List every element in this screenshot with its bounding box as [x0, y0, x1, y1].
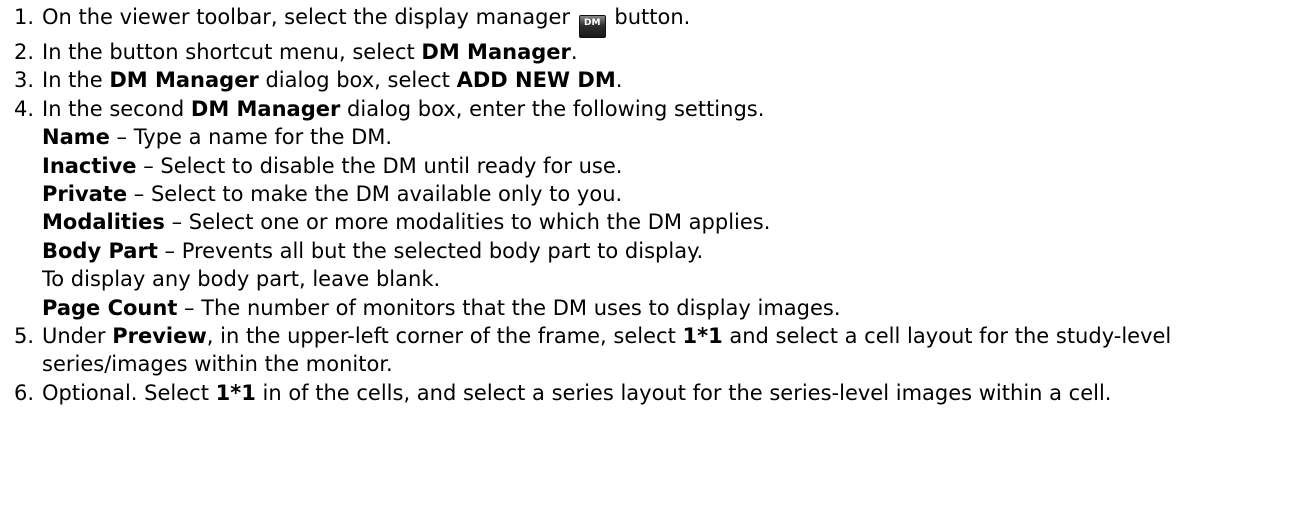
ui-term: 1*1 [215, 380, 256, 405]
setting-term: Body Part [42, 238, 158, 263]
instruction-steps: 1. On the viewer toolbar, select the dis… [0, 0, 1291, 407]
ui-term: DM Manager [421, 40, 571, 64]
setting-term: Name [42, 125, 110, 150]
setting-body-part-note: To display any body part, leave blank. [42, 265, 1291, 293]
setting-inactive: Inactive – Select to disable the DM unti… [42, 152, 1291, 180]
step-number: 4. [13, 96, 34, 121]
step-number: 1. [13, 5, 34, 29]
ui-term: 1*1 [682, 324, 723, 349]
step-text: . [615, 68, 623, 93]
setting-desc: – The number of monitors that the DM use… [177, 295, 841, 320]
ui-term: DM Manager [109, 68, 259, 93]
setting-page-count: Page Count – The number of monitors that… [42, 294, 1291, 322]
setting-term: Page Count [42, 295, 178, 320]
step-text: in of the cells, and select a series lay… [255, 380, 1112, 405]
step-text: button. [607, 5, 691, 29]
step-text: Under [42, 324, 113, 349]
step-3: 3. In the DM Manager dialog box, select … [0, 66, 1291, 94]
setting-desc: – Select to disable the DM until ready f… [136, 153, 623, 178]
setting-term: Modalities [42, 210, 165, 235]
setting-desc: – Type a name for the DM. [109, 125, 393, 150]
step-number: 5. [13, 324, 34, 349]
step-text: In the button shortcut menu, select [42, 40, 422, 64]
step-number: 3. [13, 68, 34, 93]
step-text: , in the upper-left corner of the frame,… [206, 324, 683, 349]
setting-desc: – Select one or more modalities to which… [164, 210, 771, 235]
step-text: On the viewer toolbar, select the displa… [42, 5, 577, 29]
setting-desc: To display any body part, leave blank. [42, 267, 441, 292]
step-text: Optional. Select [42, 380, 216, 405]
ui-term: DM Manager [190, 96, 341, 121]
step-5: 5. Under Preview, in the upper-left corn… [0, 322, 1291, 379]
step-text: . [570, 40, 578, 64]
ui-term: Preview [112, 324, 207, 349]
setting-term: Private [42, 182, 128, 207]
step-number: 6. [13, 380, 34, 405]
step-text: dialog box, select [258, 68, 457, 93]
step-4: 4. In the second DM Manager dialog box, … [0, 95, 1291, 322]
display-manager-icon: DM [578, 15, 606, 38]
ui-term: ADD NEW DM [456, 68, 616, 93]
step-6: 6. Optional. Select 1*1 in of the cells,… [0, 379, 1291, 407]
step-text: In the [42, 68, 110, 93]
step-number: 2. [13, 40, 34, 64]
setting-term: Inactive [42, 153, 137, 178]
setting-name: Name – Type a name for the DM. [42, 123, 1291, 151]
step-2: 2. In the button shortcut menu, select D… [0, 38, 1291, 66]
setting-desc: – Select to make the DM available only t… [127, 182, 623, 207]
step-text: dialog box, enter the following settings… [340, 96, 765, 121]
setting-private: Private – Select to make the DM availabl… [42, 180, 1291, 208]
setting-desc: – Prevents all but the selected body par… [157, 238, 704, 263]
step-text: In the second [42, 96, 191, 121]
setting-modalities: Modalities – Select one or more modaliti… [42, 208, 1291, 236]
setting-body-part: Body Part – Prevents all but the selecte… [42, 237, 1291, 265]
step-1: 1. On the viewer toolbar, select the dis… [0, 3, 1291, 38]
